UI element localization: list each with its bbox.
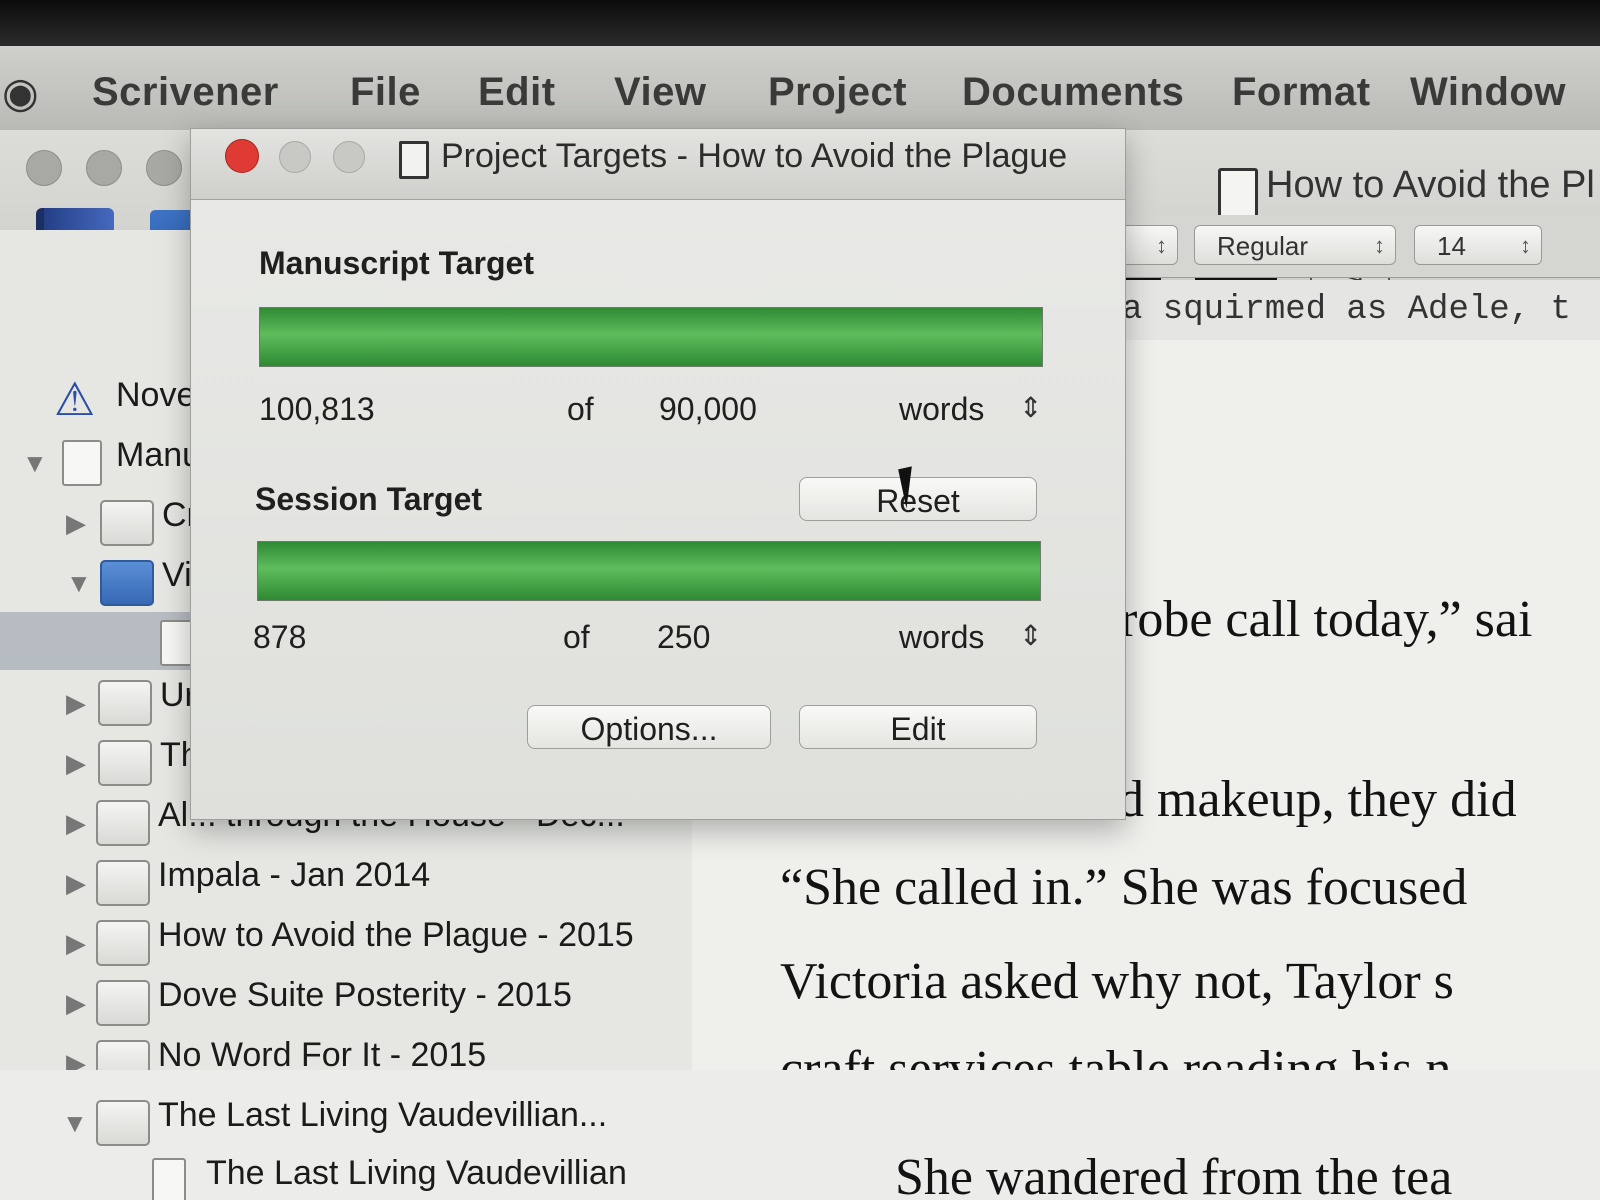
folder-icon	[96, 980, 150, 1026]
updown-arrows-icon[interactable]: ⇕	[1019, 619, 1042, 652]
select-arrows-icon: ↕	[1156, 233, 1167, 258]
disclosure-down-icon[interactable]: ▼	[22, 448, 48, 479]
editor-text-line: d makeup, they did	[1118, 771, 1517, 828]
folder-icon	[96, 920, 150, 966]
document-icon	[399, 141, 429, 179]
disclosure-right-icon[interactable]: ▶	[66, 1048, 86, 1070]
editor-text-line: Victoria asked why not, Taylor s	[780, 953, 1454, 1010]
panel-titlebar[interactable]: Project Targets - How to Avoid the Plagu…	[191, 129, 1125, 200]
monitor-bezel	[0, 0, 1600, 46]
binder-item[interactable]: ▶ Dove Suite Posterity - 2015	[0, 972, 692, 1030]
font-family-select[interactable]: ↕	[1120, 225, 1178, 265]
panel-close-button[interactable]	[225, 139, 259, 173]
panel-minimize-button[interactable]	[279, 141, 311, 173]
disclosure-down-icon[interactable]: ▼	[66, 568, 92, 599]
binder-item[interactable]: ▶ No Word For It - 2015	[0, 1032, 692, 1070]
binder-item-label: Manu	[116, 436, 202, 474]
binder-item[interactable]: The Last Living Vaudevillian	[0, 1150, 692, 1200]
folder-icon	[96, 1100, 150, 1146]
warning-icon: ⚠	[54, 373, 96, 425]
manuscript-of-label: of	[567, 391, 594, 427]
editor-text-line: “She called in.” She was focused	[780, 859, 1468, 916]
panel-zoom-button[interactable]	[333, 141, 365, 173]
manuscript-target-label: Manuscript Target	[259, 245, 534, 281]
menu-file[interactable]: File	[350, 70, 421, 115]
binder-item-label: The Last Living Vaudevillian...	[158, 1096, 608, 1134]
session-progress-bar	[257, 541, 1041, 601]
binder-item[interactable]: ▶ How to Avoid the Plague - 2015	[0, 912, 692, 970]
binder-item-label: Vi	[162, 556, 192, 594]
select-arrows-icon: ↕	[1374, 233, 1385, 258]
session-word-count: 878	[253, 619, 307, 655]
folder-icon	[98, 680, 152, 726]
manuscript-progress-fill	[260, 308, 1042, 366]
edit-button[interactable]: Edit	[799, 705, 1037, 749]
document-title: How to Avoid the Pl	[1266, 164, 1595, 206]
document-title-icon	[1218, 168, 1258, 218]
disclosure-down-icon[interactable]: ▼	[62, 1108, 88, 1139]
session-progress-fill	[258, 542, 1040, 600]
editor-text-line: She wandered from the tea	[895, 1149, 1453, 1200]
folder-icon	[96, 800, 150, 846]
manuscript-target-value[interactable]: 90,000	[659, 391, 757, 428]
binder-item[interactable]: ▶ Impala - Jan 2014	[0, 852, 692, 910]
apple-icon[interactable]: ◉	[2, 68, 39, 117]
disclosure-right-icon[interactable]: ▶	[66, 688, 86, 719]
binder-item[interactable]: ▼ The Last Living Vaudevillian...	[0, 1092, 692, 1150]
window-zoom-button[interactable]	[146, 150, 182, 186]
folder-icon	[96, 860, 150, 906]
editor-text-line: craft services table reading his n	[780, 1041, 1452, 1070]
manuscript-unit-select[interactable]: words	[899, 391, 984, 428]
project-targets-panel: Project Targets - How to Avoid the Plagu…	[190, 128, 1126, 820]
manuscript-icon	[62, 440, 102, 486]
font-style-select[interactable]: Regular ↕	[1194, 225, 1396, 265]
menu-bar: ◉ Scrivener File Edit View Project Docum…	[0, 46, 1600, 131]
binder-item-label: The Last Living Vaudevillian	[206, 1154, 627, 1192]
disclosure-right-icon[interactable]: ▶	[66, 508, 86, 539]
menu-documents[interactable]: Documents	[962, 70, 1184, 115]
folder-icon	[100, 560, 154, 606]
session-target-value[interactable]: 250	[657, 619, 710, 656]
menu-format[interactable]: Format	[1232, 70, 1371, 115]
panel-title: Project Targets - How to Avoid the Plagu…	[441, 137, 1068, 175]
menu-window[interactable]: Window	[1410, 70, 1566, 115]
folder-icon	[96, 1040, 150, 1070]
options-button[interactable]: Options...	[527, 705, 771, 749]
manuscript-word-count: 100,813	[259, 391, 375, 427]
menu-scrivener[interactable]: Scrivener	[92, 70, 279, 115]
font-style-value: Regular	[1217, 231, 1309, 261]
updown-arrows-icon[interactable]: ⇕	[1019, 391, 1042, 424]
binder-item-label: How to Avoid the Plague - 2015	[158, 916, 634, 954]
window-close-button[interactable]	[26, 150, 62, 186]
disclosure-right-icon[interactable]: ▶	[66, 748, 86, 779]
binder-item-label: No Word For It - 2015	[158, 1036, 487, 1070]
menu-project[interactable]: Project	[768, 70, 907, 115]
menu-edit[interactable]: Edit	[478, 70, 556, 115]
binder-item-label: Nove	[116, 376, 196, 414]
font-size-value: 14	[1437, 231, 1466, 261]
disclosure-right-icon[interactable]: ▶	[66, 928, 86, 959]
select-arrows-icon: ↕	[1520, 233, 1531, 258]
session-of-label: of	[563, 619, 590, 655]
window-minimize-button[interactable]	[86, 150, 122, 186]
document-icon	[152, 1158, 186, 1200]
folder-icon	[98, 740, 152, 786]
format-bar: ↕ Regular ↕ 14 ↕	[1120, 215, 1600, 278]
session-unit-select[interactable]: words	[899, 619, 984, 656]
editor-text-line: robe call today,” sai	[1120, 591, 1533, 648]
disclosure-right-icon[interactable]: ▶	[66, 868, 86, 899]
disclosure-right-icon[interactable]: ▶	[66, 808, 86, 839]
document-icon	[160, 620, 194, 666]
manuscript-progress-bar	[259, 307, 1043, 367]
font-size-select[interactable]: 14 ↕	[1414, 225, 1542, 265]
binder-item-label: Dove Suite Posterity - 2015	[158, 976, 572, 1014]
session-target-label: Session Target	[255, 481, 483, 517]
disclosure-right-icon[interactable]: ▶	[66, 988, 86, 1019]
menu-view[interactable]: View	[614, 70, 706, 115]
binder-item-label: Impala - Jan 2014	[158, 856, 431, 894]
folder-icon	[100, 500, 154, 546]
editor-header-text: a squirmed as Adele, t	[1120, 280, 1600, 341]
